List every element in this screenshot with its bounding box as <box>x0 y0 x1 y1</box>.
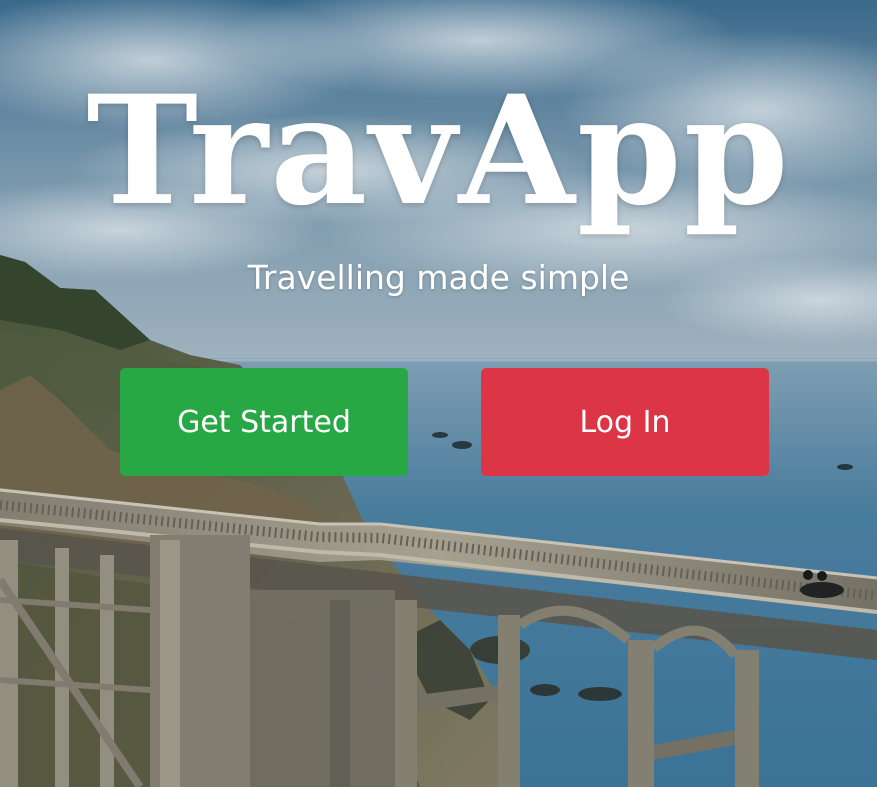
log-in-button[interactable]: Log In <box>481 368 769 476</box>
app-subtitle: Travelling made simple <box>247 258 630 297</box>
app-title: TravApp <box>86 63 791 239</box>
get-started-button[interactable]: Get Started <box>120 368 408 476</box>
hero-section: TravApp Travelling made simple Get Start… <box>0 0 877 787</box>
